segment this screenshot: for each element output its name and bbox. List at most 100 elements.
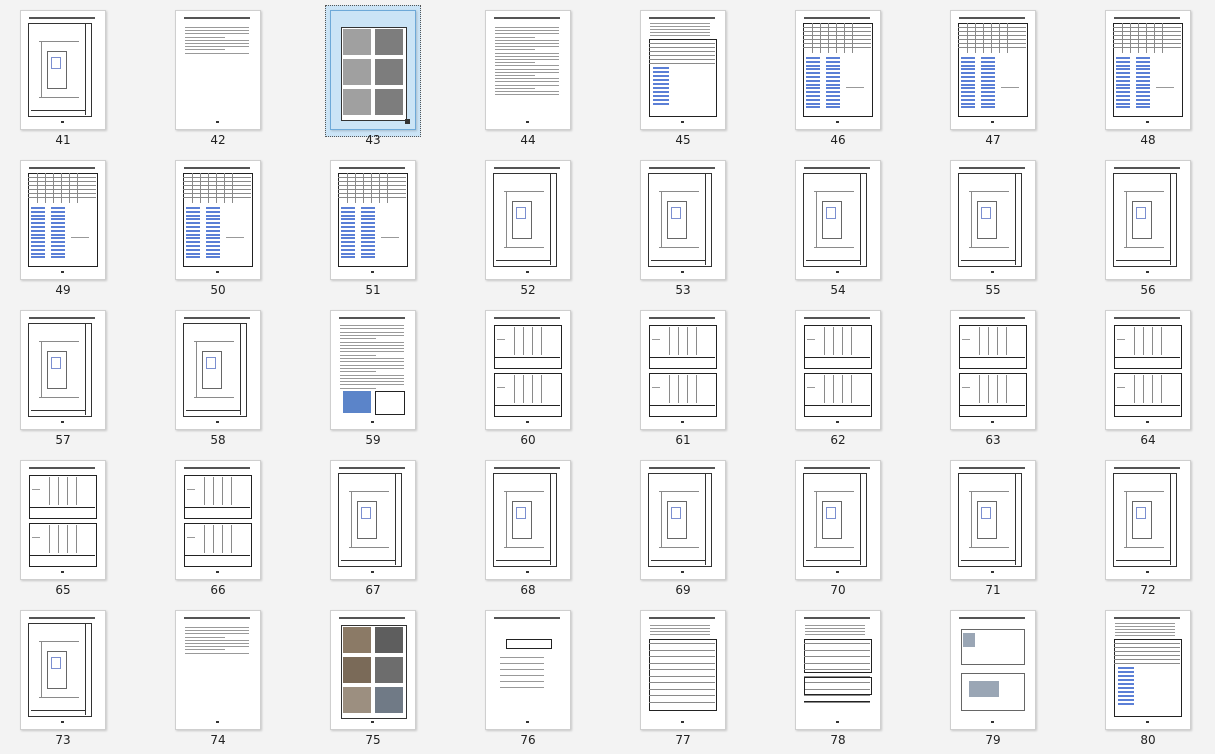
title-block bbox=[85, 23, 86, 115]
page-preview[interactable] bbox=[20, 310, 106, 430]
page-preview[interactable] bbox=[485, 160, 571, 280]
page-thumbnail-73[interactable]: 73 bbox=[0, 600, 155, 750]
page-thumbnail-77[interactable]: 77 bbox=[620, 600, 775, 750]
table-row-line bbox=[183, 193, 251, 194]
page-preview[interactable] bbox=[485, 10, 571, 130]
page-preview[interactable] bbox=[950, 10, 1036, 130]
page-thumbnail-59[interactable]: 59 bbox=[310, 300, 465, 450]
page-thumbnail-76[interactable]: 76 bbox=[465, 600, 620, 750]
blue-entry bbox=[341, 229, 355, 232]
page-preview[interactable] bbox=[795, 160, 881, 280]
page-thumbnail-72[interactable]: 72 bbox=[1085, 450, 1215, 600]
page-thumbnail-68[interactable]: 68 bbox=[465, 450, 620, 600]
page-thumbnail-54[interactable]: 54 bbox=[775, 150, 930, 300]
page-thumbnail-75[interactable]: 75 bbox=[310, 600, 465, 750]
page-preview[interactable] bbox=[485, 460, 571, 580]
page-thumbnail-53[interactable]: 53 bbox=[620, 150, 775, 300]
page-preview[interactable] bbox=[1105, 310, 1191, 430]
page-preview[interactable] bbox=[1105, 460, 1191, 580]
page-preview[interactable] bbox=[20, 10, 106, 130]
page-thumbnail-65[interactable]: 65 bbox=[0, 450, 155, 600]
page-thumbnail-45[interactable]: 45 bbox=[620, 0, 775, 150]
page-thumbnail-70[interactable]: 70 bbox=[775, 450, 930, 600]
page-preview[interactable] bbox=[175, 10, 261, 130]
page-preview[interactable] bbox=[640, 610, 726, 730]
grid-line bbox=[824, 375, 825, 403]
page-preview[interactable] bbox=[330, 10, 416, 130]
page-thumbnail-79[interactable]: 79 bbox=[930, 600, 1085, 750]
form-row bbox=[804, 662, 870, 664]
page-preview[interactable] bbox=[485, 310, 571, 430]
page-preview[interactable] bbox=[20, 160, 106, 280]
page-preview[interactable] bbox=[950, 460, 1036, 580]
page-preview[interactable] bbox=[20, 610, 106, 730]
page-number-mark bbox=[216, 421, 219, 423]
page-thumbnail-49[interactable]: 49 bbox=[0, 150, 155, 300]
page-thumbnail-44[interactable]: 44 bbox=[465, 0, 620, 150]
page-preview[interactable] bbox=[20, 460, 106, 580]
chart-image bbox=[375, 391, 405, 415]
blue-entry bbox=[206, 237, 220, 240]
page-header-line bbox=[339, 467, 405, 469]
page-header-line bbox=[494, 617, 560, 619]
floor-plan-room bbox=[826, 507, 836, 519]
page-preview[interactable] bbox=[795, 10, 881, 130]
page-preview[interactable] bbox=[640, 10, 726, 130]
page-thumbnail-62[interactable]: 62 bbox=[775, 300, 930, 450]
grid-line bbox=[1152, 327, 1153, 355]
page-thumbnail-66[interactable]: 66 bbox=[155, 450, 310, 600]
page-thumbnail-42[interactable]: 42 bbox=[155, 0, 310, 150]
page-thumbnail-69[interactable]: 69 bbox=[620, 450, 775, 600]
floor-plan-room bbox=[1136, 507, 1146, 519]
page-thumbnail-43[interactable]: 43 bbox=[310, 0, 465, 150]
page-preview[interactable] bbox=[175, 160, 261, 280]
page-thumbnail-78[interactable]: 78 bbox=[775, 600, 930, 750]
page-preview[interactable] bbox=[330, 160, 416, 280]
page-thumbnail-58[interactable]: 58 bbox=[155, 300, 310, 450]
page-preview[interactable] bbox=[795, 460, 881, 580]
page-preview[interactable] bbox=[640, 160, 726, 280]
page-thumbnail-71[interactable]: 71 bbox=[930, 450, 1085, 600]
page-preview[interactable] bbox=[175, 460, 261, 580]
text-line bbox=[495, 39, 559, 41]
grid-line bbox=[842, 375, 843, 403]
blue-entry bbox=[51, 226, 65, 228]
page-thumbnail-55[interactable]: 55 bbox=[930, 150, 1085, 300]
form-row bbox=[649, 662, 715, 664]
page-thumbnail-64[interactable]: 64 bbox=[1085, 300, 1215, 450]
page-thumbnail-46[interactable]: 46 bbox=[775, 0, 930, 150]
page-thumbnail-74[interactable]: 74 bbox=[155, 600, 310, 750]
page-preview[interactable] bbox=[950, 310, 1036, 430]
page-thumbnail-50[interactable]: 50 bbox=[155, 150, 310, 300]
page-preview[interactable] bbox=[175, 610, 261, 730]
page-preview[interactable] bbox=[640, 460, 726, 580]
page-preview[interactable] bbox=[175, 310, 261, 430]
page-preview[interactable] bbox=[950, 610, 1036, 730]
page-preview[interactable] bbox=[1105, 10, 1191, 130]
page-preview[interactable] bbox=[640, 310, 726, 430]
page-preview[interactable] bbox=[330, 310, 416, 430]
page-thumbnail-67[interactable]: 67 bbox=[310, 450, 465, 600]
page-preview[interactable] bbox=[330, 610, 416, 730]
page-thumbnail-60[interactable]: 60 bbox=[465, 300, 620, 450]
page-thumbnail-80[interactable]: 80 bbox=[1085, 600, 1215, 750]
page-thumbnail-47[interactable]: 47 bbox=[930, 0, 1085, 150]
page-preview[interactable] bbox=[330, 460, 416, 580]
page-thumbnail-56[interactable]: 56 bbox=[1085, 150, 1215, 300]
grid-line bbox=[506, 191, 507, 247]
page-thumbnail-41[interactable]: 41 bbox=[0, 0, 155, 150]
page-preview[interactable] bbox=[795, 610, 881, 730]
page-preview[interactable] bbox=[795, 310, 881, 430]
page-preview[interactable] bbox=[485, 610, 571, 730]
page-thumbnail-63[interactable]: 63 bbox=[930, 300, 1085, 450]
equipment-image bbox=[343, 391, 371, 413]
page-preview[interactable] bbox=[1105, 610, 1191, 730]
page-thumbnail-61[interactable]: 61 bbox=[620, 300, 775, 450]
page-preview[interactable] bbox=[950, 160, 1036, 280]
page-preview[interactable] bbox=[1105, 160, 1191, 280]
table-col-line bbox=[975, 23, 976, 53]
page-thumbnail-48[interactable]: 48 bbox=[1085, 0, 1215, 150]
page-thumbnail-57[interactable]: 57 bbox=[0, 300, 155, 450]
page-thumbnail-52[interactable]: 52 bbox=[465, 150, 620, 300]
page-thumbnail-51[interactable]: 51 bbox=[310, 150, 465, 300]
